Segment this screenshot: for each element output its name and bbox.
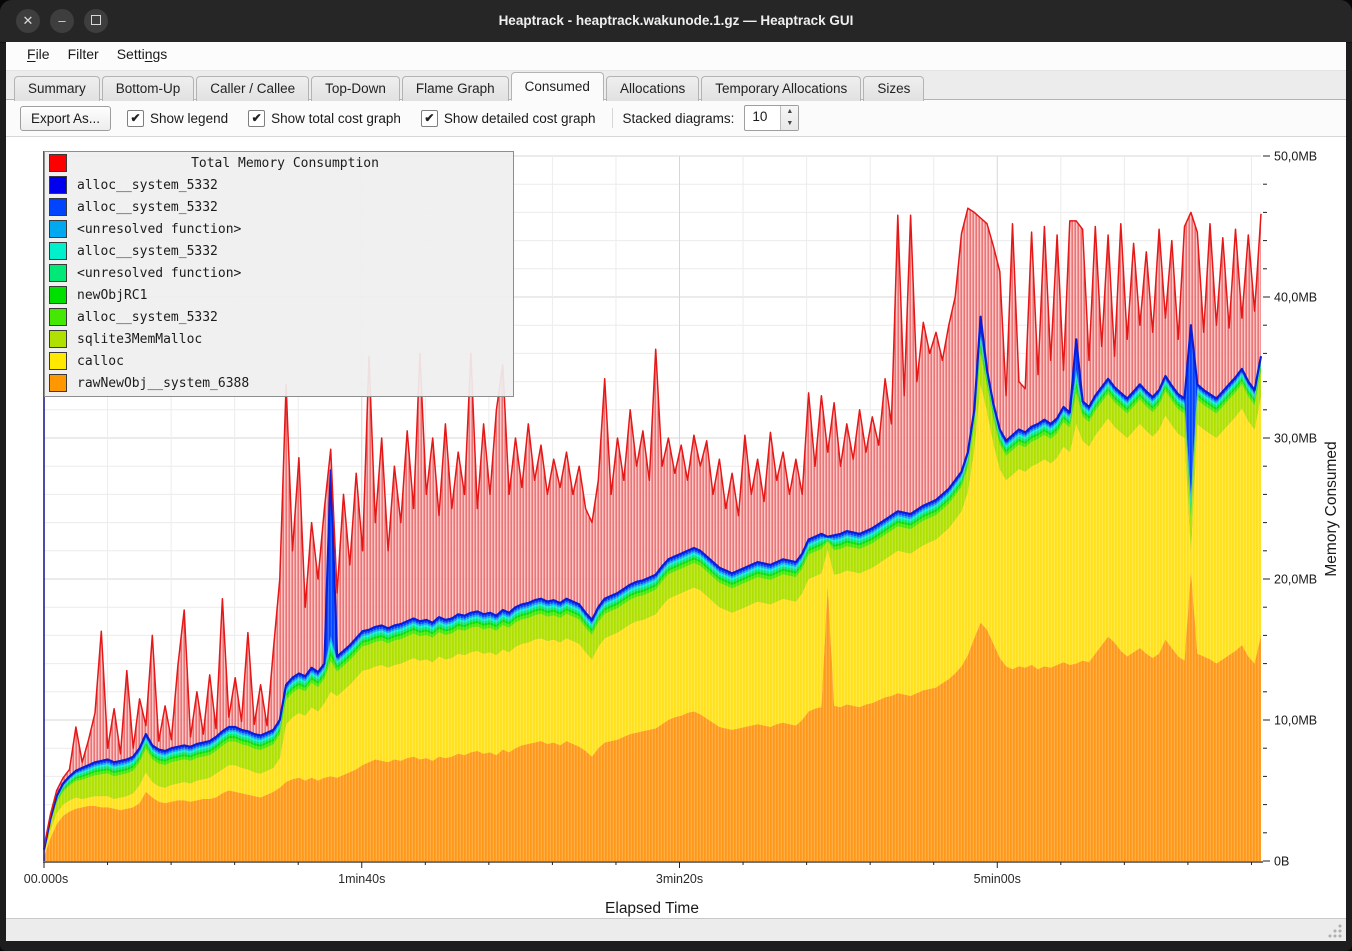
toolbar: Export As... ✔ Show legend ✔ Show total cos…	[6, 100, 1346, 136]
legend-item: alloc__system_5332	[45, 196, 513, 218]
legend-swatch-icon	[49, 286, 67, 304]
legend-label: <unresolved function>	[77, 266, 241, 281]
x-tick-label: 5min00s	[974, 872, 1021, 886]
menu-item-file[interactable]: File	[18, 42, 59, 70]
checkbox-group: ✔ Show legend ✔ Show total cost graph ✔ Show …	[121, 110, 596, 127]
app-window: ✕ – Heaptrack - heaptrack.wakunode.1.gz …	[0, 0, 1352, 951]
window-title: Heaptrack - heaptrack.wakunode.1.gz — He…	[0, 0, 1352, 42]
legend-swatch-icon	[49, 352, 67, 370]
legend-label: calloc	[77, 354, 124, 369]
legend-item: sqlite3MemMalloc	[45, 328, 513, 350]
spinner-value[interactable]: 10	[745, 106, 780, 130]
legend-label: rawNewObj__system_6388	[77, 376, 249, 391]
legend-item: newObjRC1	[45, 284, 513, 306]
window-content: FileFilterSettings SummaryBottom-UpCalle…	[6, 42, 1346, 941]
tab-bottom-up[interactable]: Bottom-Up	[102, 76, 195, 101]
y-tick-label: 10,0MB	[1274, 714, 1317, 728]
stack-texture	[44, 317, 1261, 861]
legend-item: <unresolved function>	[45, 262, 513, 284]
y-tick-label: 50,0MB	[1274, 150, 1317, 164]
checkbox-show-legend[interactable]: ✔ Show legend	[127, 110, 228, 127]
legend-label: alloc__system_5332	[77, 244, 218, 259]
x-axis-title: Elapsed Time	[605, 900, 699, 917]
legend-item: rawNewObj__system_6388	[45, 372, 513, 394]
title-bar: ✕ – Heaptrack - heaptrack.wakunode.1.gz …	[0, 0, 1352, 43]
legend-item: alloc__system_5332	[45, 174, 513, 196]
x-tick-label: 3min20s	[656, 872, 703, 886]
legend-item: calloc	[45, 350, 513, 372]
legend-swatch-icon	[49, 308, 67, 326]
tab-sizes[interactable]: Sizes	[863, 76, 924, 101]
legend-label: alloc__system_5332	[77, 200, 218, 215]
checkbox-show-detailed-cost-graph[interactable]: ✔ Show detailed cost graph	[421, 110, 596, 127]
checkbox-show-total-cost-graph[interactable]: ✔ Show total cost graph	[248, 110, 401, 127]
legend-item: <unresolved function>	[45, 218, 513, 240]
memory-consumed-chart[interactable]: 00.000s 1min40s 3min20s 5min00s 0B 10,0MB 20,0…	[6, 136, 1346, 923]
legend-label: newObjRC1	[77, 288, 147, 303]
y-axis-title: Memory Consumed	[1323, 441, 1340, 576]
legend-title-row: Total Memory Consumption	[45, 152, 513, 174]
legend-swatch-icon	[49, 374, 67, 392]
x-tick-label: 1min40s	[338, 872, 385, 886]
tab-summary[interactable]: Summary	[14, 76, 100, 101]
legend-swatch-icon	[49, 198, 67, 216]
tab-temporary-allocations[interactable]: Temporary Allocations	[701, 76, 861, 101]
legend-swatch-icon	[49, 154, 67, 172]
x-tick-label: 00.000s	[24, 872, 68, 886]
menu-bar: FileFilterSettings	[6, 42, 1346, 71]
checkbox-label: Show detailed cost graph	[444, 111, 596, 126]
legend-swatch-icon	[49, 176, 67, 194]
legend-label: alloc__system_5332	[77, 310, 218, 325]
spinner-up-icon[interactable]: ▲	[781, 106, 798, 118]
checkmark-icon[interactable]: ✔	[421, 110, 438, 127]
checkmark-icon[interactable]: ✔	[248, 110, 265, 127]
legend-swatch-icon	[49, 220, 67, 238]
legend-label: Total Memory Consumption	[77, 156, 493, 171]
legend-swatch-icon	[49, 330, 67, 348]
legend-label: <unresolved function>	[77, 222, 241, 237]
y-tick-label: 0B	[1274, 855, 1289, 869]
toolbar-separator	[612, 108, 613, 128]
spinner-down-icon[interactable]: ▼	[781, 118, 798, 130]
legend-item: alloc__system_5332	[45, 306, 513, 328]
legend-swatch-icon	[49, 242, 67, 260]
y-tick-label: 40,0MB	[1274, 291, 1317, 305]
tab-top-down[interactable]: Top-Down	[311, 76, 400, 101]
tab-caller-callee[interactable]: Caller / Callee	[196, 76, 309, 101]
tab-bar: SummaryBottom-UpCaller / CalleeTop-DownF…	[6, 71, 1346, 100]
legend-item: alloc__system_5332	[45, 240, 513, 262]
legend-swatch-icon	[49, 264, 67, 282]
stacked-diagrams-label: Stacked diagrams:	[623, 111, 735, 126]
y-tick-label: 20,0MB	[1274, 573, 1317, 587]
tab-allocations[interactable]: Allocations	[606, 76, 699, 101]
menu-item-filter[interactable]: Filter	[59, 42, 108, 70]
resize-grip-icon[interactable]	[1328, 924, 1342, 938]
menu-item-settings[interactable]: Settings	[108, 42, 177, 70]
legend-label: sqlite3MemMalloc	[77, 332, 202, 347]
export-as-button[interactable]: Export As...	[20, 106, 111, 131]
checkmark-icon[interactable]: ✔	[127, 110, 144, 127]
legend-label: alloc__system_5332	[77, 178, 218, 193]
spinner-buttons: ▲ ▼	[780, 106, 798, 130]
y-tick-label: 30,0MB	[1274, 432, 1317, 446]
checkbox-label: Show total cost graph	[271, 111, 401, 126]
status-bar	[6, 918, 1346, 941]
tab-consumed[interactable]: Consumed	[511, 72, 604, 101]
chart-legend: Total Memory Consumption alloc__system_53…	[44, 151, 514, 397]
checkbox-label: Show legend	[150, 111, 228, 126]
stacked-diagrams-spinner[interactable]: 10 ▲ ▼	[744, 105, 799, 131]
tab-flame-graph[interactable]: Flame Graph	[402, 76, 509, 101]
